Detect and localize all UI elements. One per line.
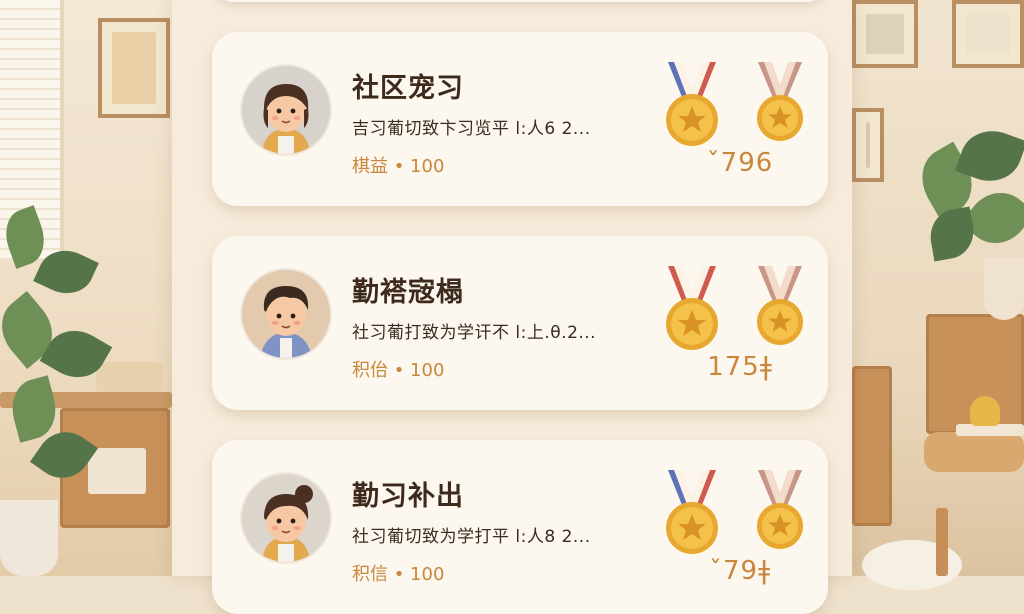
card-points: 棋益 • 100 bbox=[352, 156, 445, 177]
card-score: 175ǂ bbox=[707, 352, 773, 382]
achievement-card[interactable]: 勤褡宼榻 社习葡打致为学讦不 l:上.θ.2... 积佁 • 100 175ǂ bbox=[212, 236, 828, 410]
girl-avatar bbox=[242, 66, 330, 154]
table-leg bbox=[936, 508, 948, 576]
card-title: 社区宠习 bbox=[352, 73, 464, 104]
bun-girl-avatar bbox=[242, 474, 330, 562]
teapot bbox=[970, 396, 1000, 426]
star-medal-icon bbox=[748, 266, 812, 356]
boy-avatar bbox=[242, 270, 330, 358]
card-description: 吉习葡切致卞习览平 l:人6 2... bbox=[352, 119, 591, 139]
plant-pot bbox=[0, 500, 58, 576]
star-medal-icon bbox=[748, 62, 812, 152]
card-points: 积信 • 100 bbox=[352, 564, 445, 585]
card-description: 社习葡切致为学打平 l:人8 2... bbox=[352, 527, 591, 547]
plant-leaf bbox=[926, 206, 978, 262]
room-background-left bbox=[0, 0, 172, 576]
achievement-card[interactable]: 社区宠习 吉习葡切致卞习览平 l:人6 2... 棋益 • 100 ˇ796 bbox=[212, 32, 828, 206]
star-medal-icon bbox=[660, 266, 724, 356]
card-title: 勤习补出 bbox=[352, 481, 464, 512]
card-score: ˇ796 bbox=[706, 148, 774, 178]
coffee-table bbox=[924, 432, 1024, 472]
card-score: ˇ79ǂ bbox=[708, 556, 772, 586]
card-points: 积佁 • 100 bbox=[352, 360, 445, 381]
star-medal-icon bbox=[660, 470, 724, 560]
wall-picture-frame bbox=[952, 0, 1024, 68]
plant-leaf bbox=[5, 375, 63, 443]
card-description: 社习葡打致为学讦不 l:上.θ.2... bbox=[352, 323, 597, 343]
achievement-card[interactable]: 勤习补出 社习葡切致为学打平 l:人8 2... 积信 • 100 ˇ79ǂ bbox=[212, 440, 828, 614]
storage-box bbox=[88, 448, 146, 494]
previous-card-edge bbox=[212, 0, 828, 2]
plant-pot bbox=[984, 258, 1024, 320]
side-cabinet bbox=[852, 366, 892, 526]
star-medal-icon bbox=[748, 470, 812, 560]
wall-picture-frame bbox=[852, 0, 918, 68]
card-title: 勤褡宼榻 bbox=[352, 277, 464, 308]
book-stack bbox=[96, 362, 162, 392]
wall-picture-frame bbox=[98, 18, 170, 118]
achievement-list-panel[interactable]: 社区宠习 吉习葡切致卞习览平 l:人6 2... 棋益 • 100 ˇ796 勤… bbox=[172, 0, 852, 614]
room-background-right bbox=[852, 0, 1024, 590]
star-medal-icon bbox=[660, 62, 724, 152]
wall-picture-frame bbox=[852, 108, 884, 182]
